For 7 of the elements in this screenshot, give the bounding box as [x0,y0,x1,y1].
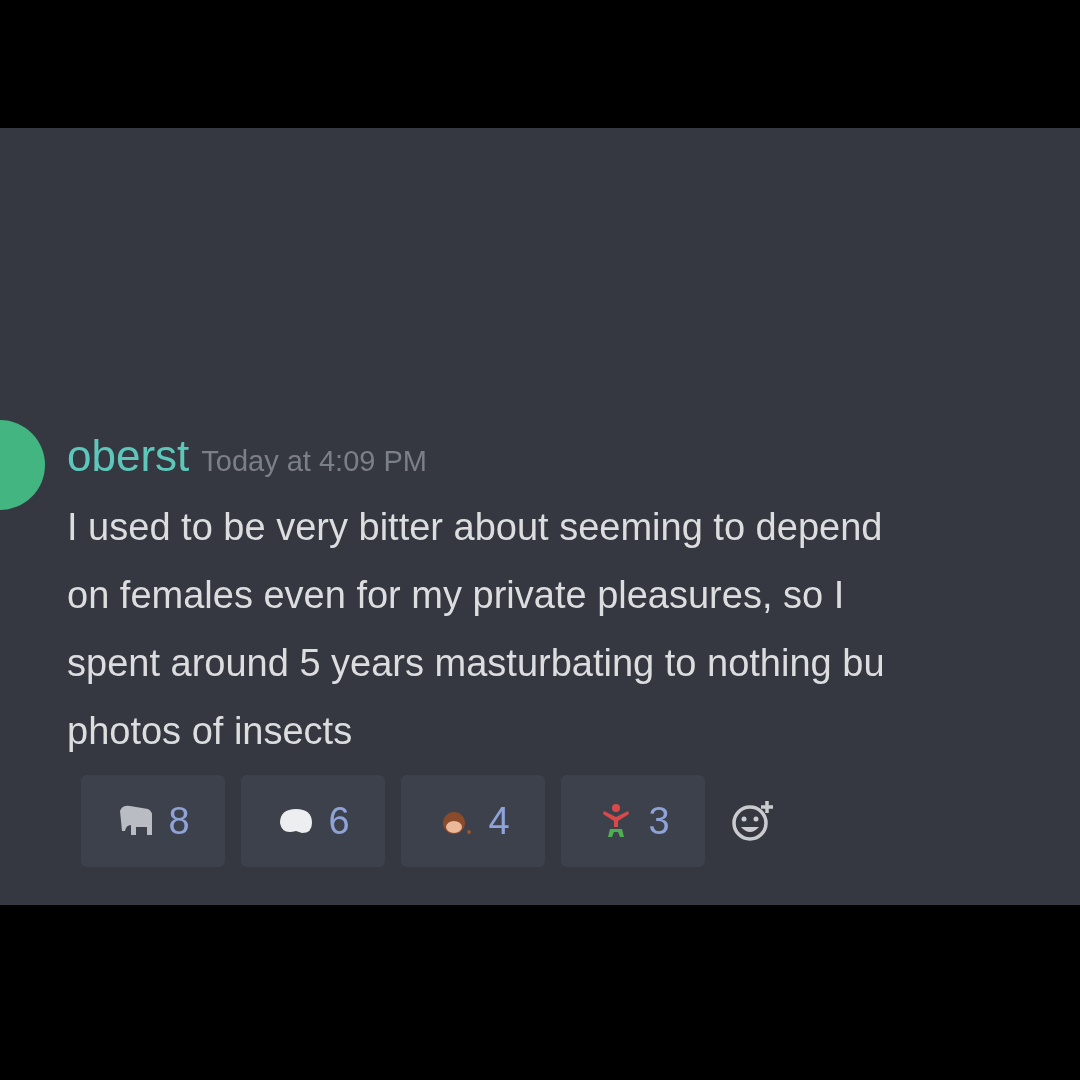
timestamp: Today at 4:09 PM [201,444,427,479]
reaction-button[interactable]: 4 [401,775,545,867]
reaction-button[interactable]: 8 [81,775,225,867]
reaction-button[interactable]: 3 [561,775,705,867]
reaction-button[interactable]: 6 [241,775,385,867]
username[interactable]: oberst [67,423,190,489]
message-text: I used to be very bitter about seeming to depend on females even for my private pleasures, so I spent around 5 years masturbating to nothing bu photos of insects [67,505,886,754]
